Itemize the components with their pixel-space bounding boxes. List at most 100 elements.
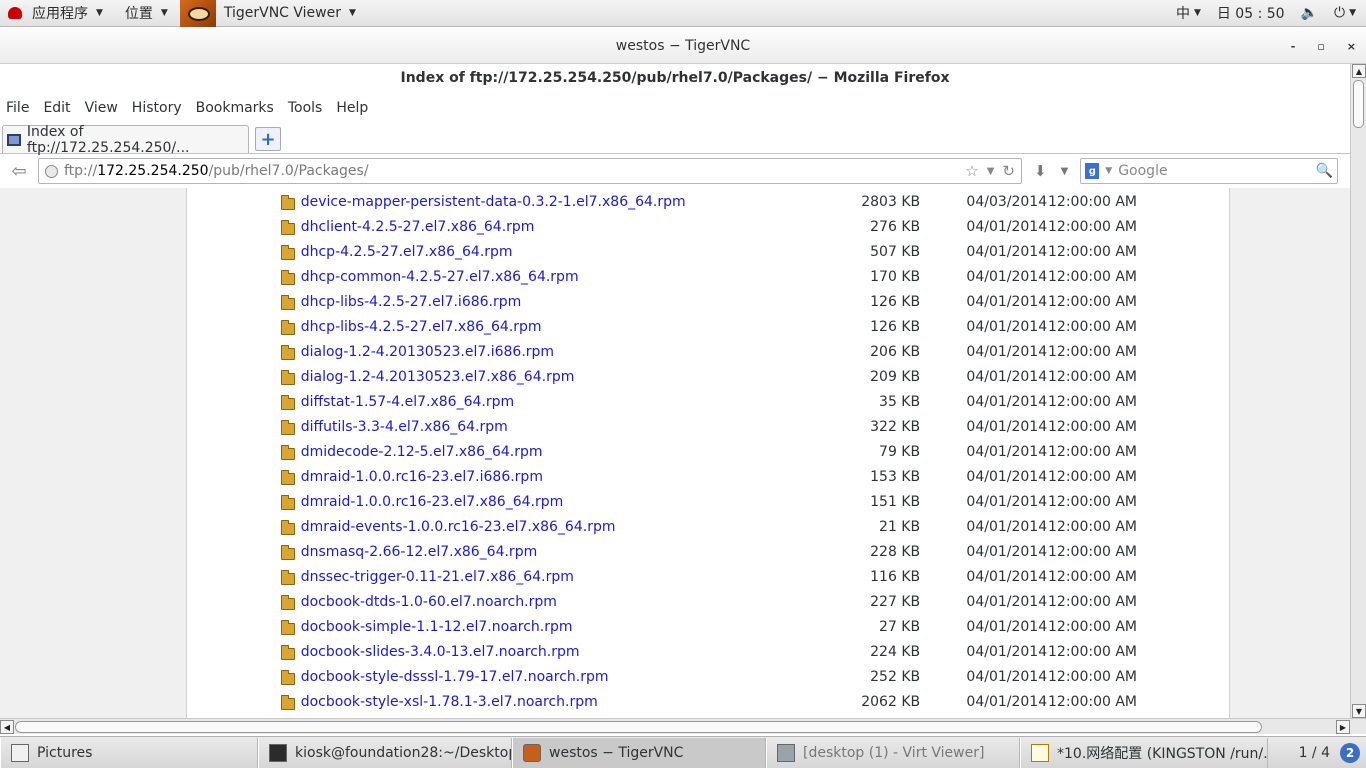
chevron-down-icon[interactable]: ▼ [1061, 166, 1069, 177]
scroll-right-icon[interactable]: ▶ [1336, 720, 1350, 734]
file-link[interactable]: dnsmasq-2.66-12.el7.x86_64.rpm [301, 544, 829, 560]
file-size: 2803 KB [861, 193, 921, 210]
file-time: 12:00:00 AM [1048, 243, 1137, 260]
file-size: 21 KB [879, 518, 921, 535]
file-link[interactable]: docbook-slides-3.4.0-13.el7.noarch.rpm [301, 644, 829, 660]
active-app-menu[interactable]: TigerVNC Viewer ▼ [179, 0, 364, 27]
file-icon [281, 544, 295, 560]
file-size: 227 KB [870, 593, 921, 610]
file-link[interactable]: dmidecode-2.12-5.el7.x86_64.rpm [301, 444, 829, 460]
search-icon[interactable]: 🔍 [1316, 163, 1333, 179]
horizontal-scroll-thumb[interactable] [15, 721, 1262, 733]
terminal-icon [269, 743, 287, 762]
vnc-window-titlebar[interactable]: westos − TigerVNC - ▫ × [0, 28, 1366, 64]
file-row: dnssec-trigger-0.11-21.el7.x86_64.rpm 116… [281, 564, 1137, 589]
file-link[interactable]: dhcp-common-4.2.5-27.el7.x86_64.rpm [301, 269, 829, 285]
file-row: dmraid-events-1.0.0.rc16-23.el7.x86_64.r… [281, 514, 1137, 539]
file-link[interactable]: dhcp-4.2.5-27.el7.x86_64.rpm [301, 244, 829, 260]
file-size: 35 KB [879, 393, 921, 410]
task-virt-viewer[interactable]: [desktop (1) - Virt Viewer] [766, 737, 1020, 768]
file-link[interactable]: dialog-1.2-4.20130523.el7.i686.rpm [301, 344, 829, 360]
clock[interactable]: 日 05 : 50 [1217, 3, 1285, 23]
file-time: 12:00:00 AM [1048, 618, 1137, 635]
workspace-indicator[interactable]: 1 / 4 [1299, 745, 1330, 761]
file-time: 12:00:00 AM [1048, 268, 1137, 285]
file-link[interactable]: dhclient-4.2.5-27.el7.x86_64.rpm [301, 219, 829, 235]
scroll-left-icon[interactable]: ◀ [0, 720, 14, 734]
file-link[interactable]: dhcp-libs-4.2.5-27.el7.x86_64.rpm [301, 319, 829, 335]
volume-icon[interactable]: 🔈 [1301, 5, 1318, 21]
menu-view[interactable]: View [85, 100, 118, 116]
applications-menu[interactable]: 应用程序 ▼ [0, 0, 111, 27]
task-pictures[interactable]: Pictures [0, 737, 258, 768]
top-panel: 应用程序 ▼ 位置 ▼ TigerVNC Viewer ▼ 中 ▼ 日 05 :… [0, 0, 1366, 27]
scroll-down-icon[interactable]: ▼ [1352, 704, 1366, 718]
chevron-down-icon: ▼ [96, 8, 103, 18]
file-date: 04/01/2014 [966, 393, 1048, 410]
active-app-label: TigerVNC Viewer [223, 5, 341, 21]
engine-dropdown-icon[interactable]: ▼ [1105, 166, 1112, 176]
horizontal-scrollbar[interactable]: ◀ ▶ [0, 718, 1366, 734]
scroll-up-icon[interactable]: ▲ [1352, 64, 1366, 78]
file-size: 153 KB [870, 468, 921, 485]
file-date: 04/01/2014 [966, 593, 1048, 610]
reload-icon[interactable]: ↻ [1002, 162, 1015, 180]
file-time: 12:00:00 AM [1048, 318, 1137, 335]
task-text-editor[interactable]: *10.网络配置 (KINGSTON /run/… [1020, 737, 1268, 768]
menu-edit[interactable]: Edit [43, 100, 70, 116]
file-size: 224 KB [870, 643, 921, 660]
file-link[interactable]: docbook-simple-1.1-12.el7.noarch.rpm [301, 619, 829, 635]
maximize-button[interactable]: ▫ [1317, 40, 1324, 53]
file-link[interactable]: diffstat-1.57-4.el7.x86_64.rpm [301, 394, 829, 410]
window-list-taskbar: Pictures kiosk@foundation28:~/Desktop we… [0, 736, 1366, 768]
file-link[interactable]: dialog-1.2-4.20130523.el7.x86_64.rpm [301, 369, 829, 385]
file-time: 12:00:00 AM [1048, 343, 1137, 360]
download-icon[interactable]: ⬇ [1034, 162, 1047, 180]
file-link[interactable]: dmraid-1.0.0.rc16-23.el7.i686.rpm [301, 469, 829, 485]
file-icon [281, 269, 295, 285]
minimize-button[interactable]: - [1291, 40, 1296, 53]
file-link[interactable]: dmraid-1.0.0.rc16-23.el7.x86_64.rpm [301, 494, 829, 510]
task-terminal[interactable]: kiosk@foundation28:~/Desktop [258, 737, 512, 768]
vertical-scrollbar[interactable]: ▲ ▼ [1350, 64, 1366, 718]
file-link[interactable]: docbook-style-xsl-1.78.1-3.el7.noarch.rp… [301, 694, 829, 710]
tab-ftp-index[interactable]: Index of ftp://172.25.254.250/... [2, 124, 249, 156]
search-bar[interactable]: g ▼ Google 🔍 [1080, 158, 1339, 184]
file-row: dmraid-1.0.0.rc16-23.el7.i686.rpm 153 KB 0… [281, 464, 1137, 489]
file-time: 12:00:00 AM [1048, 593, 1137, 610]
history-dropdown-icon[interactable]: ▼ [987, 166, 995, 177]
file-link[interactable]: docbook-dtds-1.0-60.el7.noarch.rpm [301, 594, 829, 610]
file-time: 12:00:00 AM [1048, 393, 1137, 410]
file-icon [281, 444, 295, 460]
file-date: 04/01/2014 [966, 418, 1048, 435]
menu-history[interactable]: History [132, 100, 182, 116]
url-bar[interactable]: ftp://172.25.254.250/pub/rhel7.0/Package… [38, 158, 1022, 184]
new-tab-button[interactable]: + [255, 127, 281, 151]
menu-help[interactable]: Help [336, 100, 368, 116]
power-menu[interactable]: ⏻ ▼ [1334, 5, 1356, 21]
menu-tools[interactable]: Tools [288, 100, 323, 116]
menu-bookmarks[interactable]: Bookmarks [196, 100, 274, 116]
task-tigervnc[interactable]: westos − TigerVNC [512, 737, 766, 768]
input-method-menu[interactable]: 中 ▼ [1176, 3, 1201, 23]
globe-icon [45, 164, 58, 178]
task-label: [desktop (1) - Virt Viewer] [803, 744, 985, 761]
notification-count-badge[interactable]: 2 [1340, 742, 1360, 763]
google-engine-icon[interactable]: g [1085, 163, 1100, 179]
places-menu[interactable]: 位置 ▼ [117, 0, 176, 27]
back-button[interactable]: ⇦ [0, 156, 38, 186]
file-link[interactable]: dnssec-trigger-0.11-21.el7.x86_64.rpm [301, 569, 829, 585]
file-link[interactable]: docbook-style-dsssl-1.79-17.el7.noarch.r… [301, 669, 829, 685]
file-link[interactable]: dmraid-events-1.0.0.rc16-23.el7.x86_64.r… [301, 519, 829, 535]
file-date: 04/01/2014 [966, 443, 1048, 460]
close-button[interactable]: × [1347, 40, 1356, 53]
file-link[interactable]: dhcp-libs-4.2.5-27.el7.i686.rpm [301, 294, 829, 310]
file-link[interactable]: device-mapper-persistent-data-0.3.2-1.el… [301, 194, 829, 210]
vertical-scroll-thumb[interactable] [1353, 80, 1364, 128]
file-row: dhcp-libs-4.2.5-27.el7.x86_64.rpm 126 KB 0… [281, 314, 1137, 339]
task-label: *10.网络配置 (KINGSTON /run/… [1057, 745, 1268, 762]
bookmark-star-icon[interactable]: ☆ [965, 162, 978, 180]
menu-file[interactable]: File [6, 100, 29, 116]
file-link[interactable]: diffutils-3.3-4.el7.x86_64.rpm [301, 419, 829, 435]
file-icon [281, 194, 295, 210]
